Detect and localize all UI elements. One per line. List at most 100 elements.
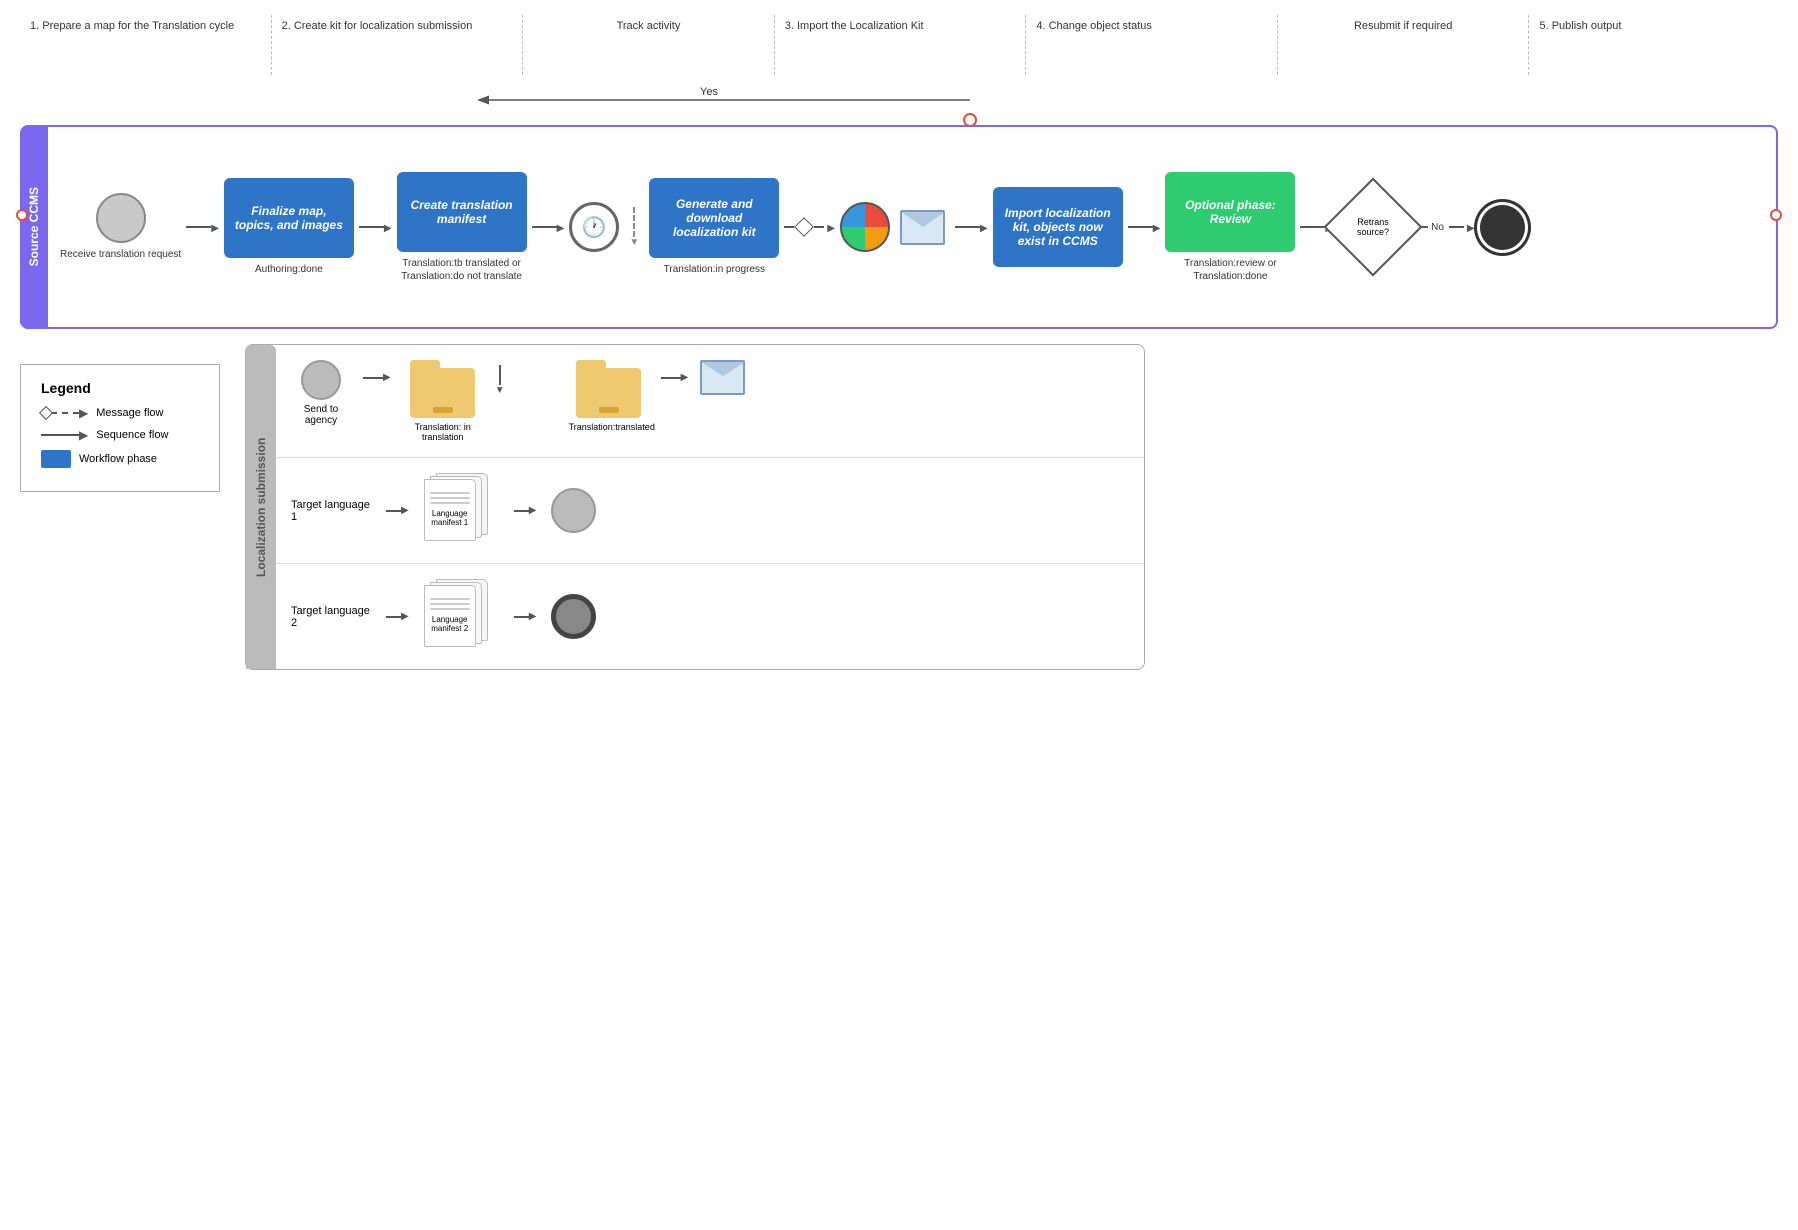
phase-1-label: Prepare a map for the Translation cycle [42, 20, 234, 32]
phase-4-header: 4. Change object status [1025, 15, 1277, 75]
legend-rect-icon [41, 450, 71, 468]
swimlane: Source CCMS Receive translation request … [20, 125, 1778, 329]
finalize-rect: Finalize map, topics, and images [224, 178, 354, 258]
loc-top-section: Send to agency ▶ [276, 345, 1144, 458]
arrow-4 [955, 220, 988, 234]
phase-1-header: 1. Prepare a map for the Translation cyc… [20, 15, 271, 75]
swimlane-label: Source CCMS [20, 127, 48, 327]
track-activity-label: Track activity [617, 20, 681, 32]
lang-lane-1: Target language 1 ▶ La [276, 458, 1144, 564]
phase-resubmit-header: Resubmit if required [1277, 15, 1529, 75]
doc-line-6 [430, 608, 470, 610]
phase-headers: 1. Prepare a map for the Translation cyc… [20, 15, 1780, 75]
lang-1-arrow: ▶ [386, 505, 409, 516]
retrans-node: Retrans source? [1338, 192, 1408, 262]
legend-sequence-flow: ▶ Sequence flow [41, 428, 199, 442]
loc-submission-box: Localization submission Send to agency [245, 344, 1145, 670]
folder-1-down-head: ▼ [495, 385, 505, 396]
arrow-5-head [1153, 220, 1161, 234]
doc-line-5 [430, 603, 470, 605]
arrow-1 [186, 220, 219, 234]
svg-text:Yes: Yes [700, 86, 718, 98]
import-kit-node: Import localization kit, objects now exi… [993, 187, 1123, 267]
envelope-flap [901, 212, 945, 227]
manifest-2-label: Language manifest 2 [430, 615, 470, 633]
folder-1-connector [433, 407, 453, 413]
gen-kit-node: Generate and download localization kit T… [649, 178, 779, 276]
left-edge-marker [16, 209, 28, 221]
no-arrow-head [1467, 220, 1475, 234]
lang-2-arrow: ▶ [386, 611, 409, 622]
phase-track-header: Track activity [522, 15, 774, 75]
phase-2-num: 2. [282, 20, 291, 32]
create-manifest-node: Create translation manifest Translation:… [397, 172, 527, 283]
gen-kit-rect: Generate and download localization kit [649, 178, 779, 258]
loc-top-flow: Send to agency ▶ [291, 360, 1129, 442]
doc-page-1c: Language manifest 1 [424, 479, 476, 541]
send-agency-label: Send to agency [291, 404, 351, 426]
folder-1-down-arrow: ▼ [495, 365, 505, 396]
legend-arrow-icon: ▶ [79, 406, 88, 420]
swimlane-content: Receive translation request Finalize map… [50, 127, 1776, 327]
sequence-flow-icon: ▶ [41, 428, 88, 442]
legend-sequence-arrow: ▶ [79, 428, 88, 442]
folder-2-body [576, 368, 641, 418]
envelope-node [900, 210, 945, 245]
loc-content: Send to agency ▶ [276, 345, 1144, 669]
review-rect: Optional phase: Review [1165, 172, 1295, 252]
message-flow-icon: ▶ [41, 406, 88, 420]
pie-chart [840, 202, 890, 252]
arrow-5 [1128, 220, 1161, 234]
phase-2-header: 2. Create kit for localization submissio… [271, 15, 523, 75]
no-label: No [1431, 222, 1444, 233]
loc-envelope-flap [701, 362, 745, 376]
doc-line-2 [430, 497, 470, 499]
review-node: Optional phase: Review Translation:revie… [1165, 172, 1295, 283]
loc-arrow-2: ▶ [661, 372, 689, 383]
legend-dashed-line [51, 412, 79, 414]
legend-box: Legend ▶ Message flow ▶ Sequence flow [20, 364, 220, 492]
main-container: 1. Prepare a map for the Translation cyc… [0, 0, 1798, 680]
swimlane-label-text: Source CCMS [27, 187, 41, 266]
folder-2-node: Translation:translated [569, 360, 649, 432]
start-label: Receive translation request [60, 248, 181, 261]
folder-2-shape [576, 360, 641, 418]
arrow-4-head [980, 220, 988, 234]
yes-arrow-area: Yes [20, 75, 1778, 125]
translation-translated-label: Translation:translated [569, 422, 649, 432]
manifest-1-label: Language manifest 1 [430, 509, 470, 527]
finalize-sublabel: Authoring:done [255, 263, 323, 276]
phase-2-label: Create kit for localization submission [294, 20, 473, 32]
create-manifest-sublabel: Translation:tb translated or Translation… [397, 257, 527, 283]
lang-lane-2: Target language 2 ▶ La [276, 564, 1144, 669]
doc-line-4 [430, 598, 470, 600]
target-lang-2-label: Target language 2 [291, 605, 371, 629]
translation-in-translation-label: Translation: in translation [403, 422, 483, 442]
finalize-node: Finalize map, topics, and images Authori… [224, 178, 354, 276]
legend-workflow-phase: Workflow phase [41, 450, 199, 468]
legend-message-label: Message flow [96, 407, 163, 419]
phase-1-num: 1. [30, 20, 39, 32]
legend-solid-line [41, 434, 79, 436]
folder-1-node: Translation: in translation [403, 360, 483, 442]
legend-workflow-label: Workflow phase [79, 453, 157, 465]
import-kit-rect: Import localization kit, objects now exi… [993, 187, 1123, 267]
phase-3-num: 3. [785, 20, 794, 32]
resubmit-label: Resubmit if required [1354, 20, 1452, 32]
dashed-arrow-area: ▼ [624, 207, 644, 248]
start-node: Receive translation request [60, 193, 181, 261]
phase-5-header: 5. Publish output [1528, 15, 1780, 75]
send-agency-circle [301, 360, 341, 400]
arrow-2-head [384, 220, 392, 234]
end-node [1480, 205, 1525, 250]
target-lang-1-label: Target language 1 [291, 499, 371, 523]
lang-2-arrow-2: ▶ [514, 611, 537, 622]
loc-submission-label: Localization submission [246, 345, 276, 669]
right-edge-marker [1770, 209, 1782, 221]
arrow-3 [532, 220, 565, 234]
folder-1-body [410, 368, 475, 418]
clock-node: 🕐 [569, 202, 619, 252]
arrow-3-head [557, 220, 565, 234]
phase-3-header: 3. Import the Localization Kit [774, 15, 1026, 75]
review-sublabel: Translation:review or Translation:done [1165, 257, 1295, 283]
